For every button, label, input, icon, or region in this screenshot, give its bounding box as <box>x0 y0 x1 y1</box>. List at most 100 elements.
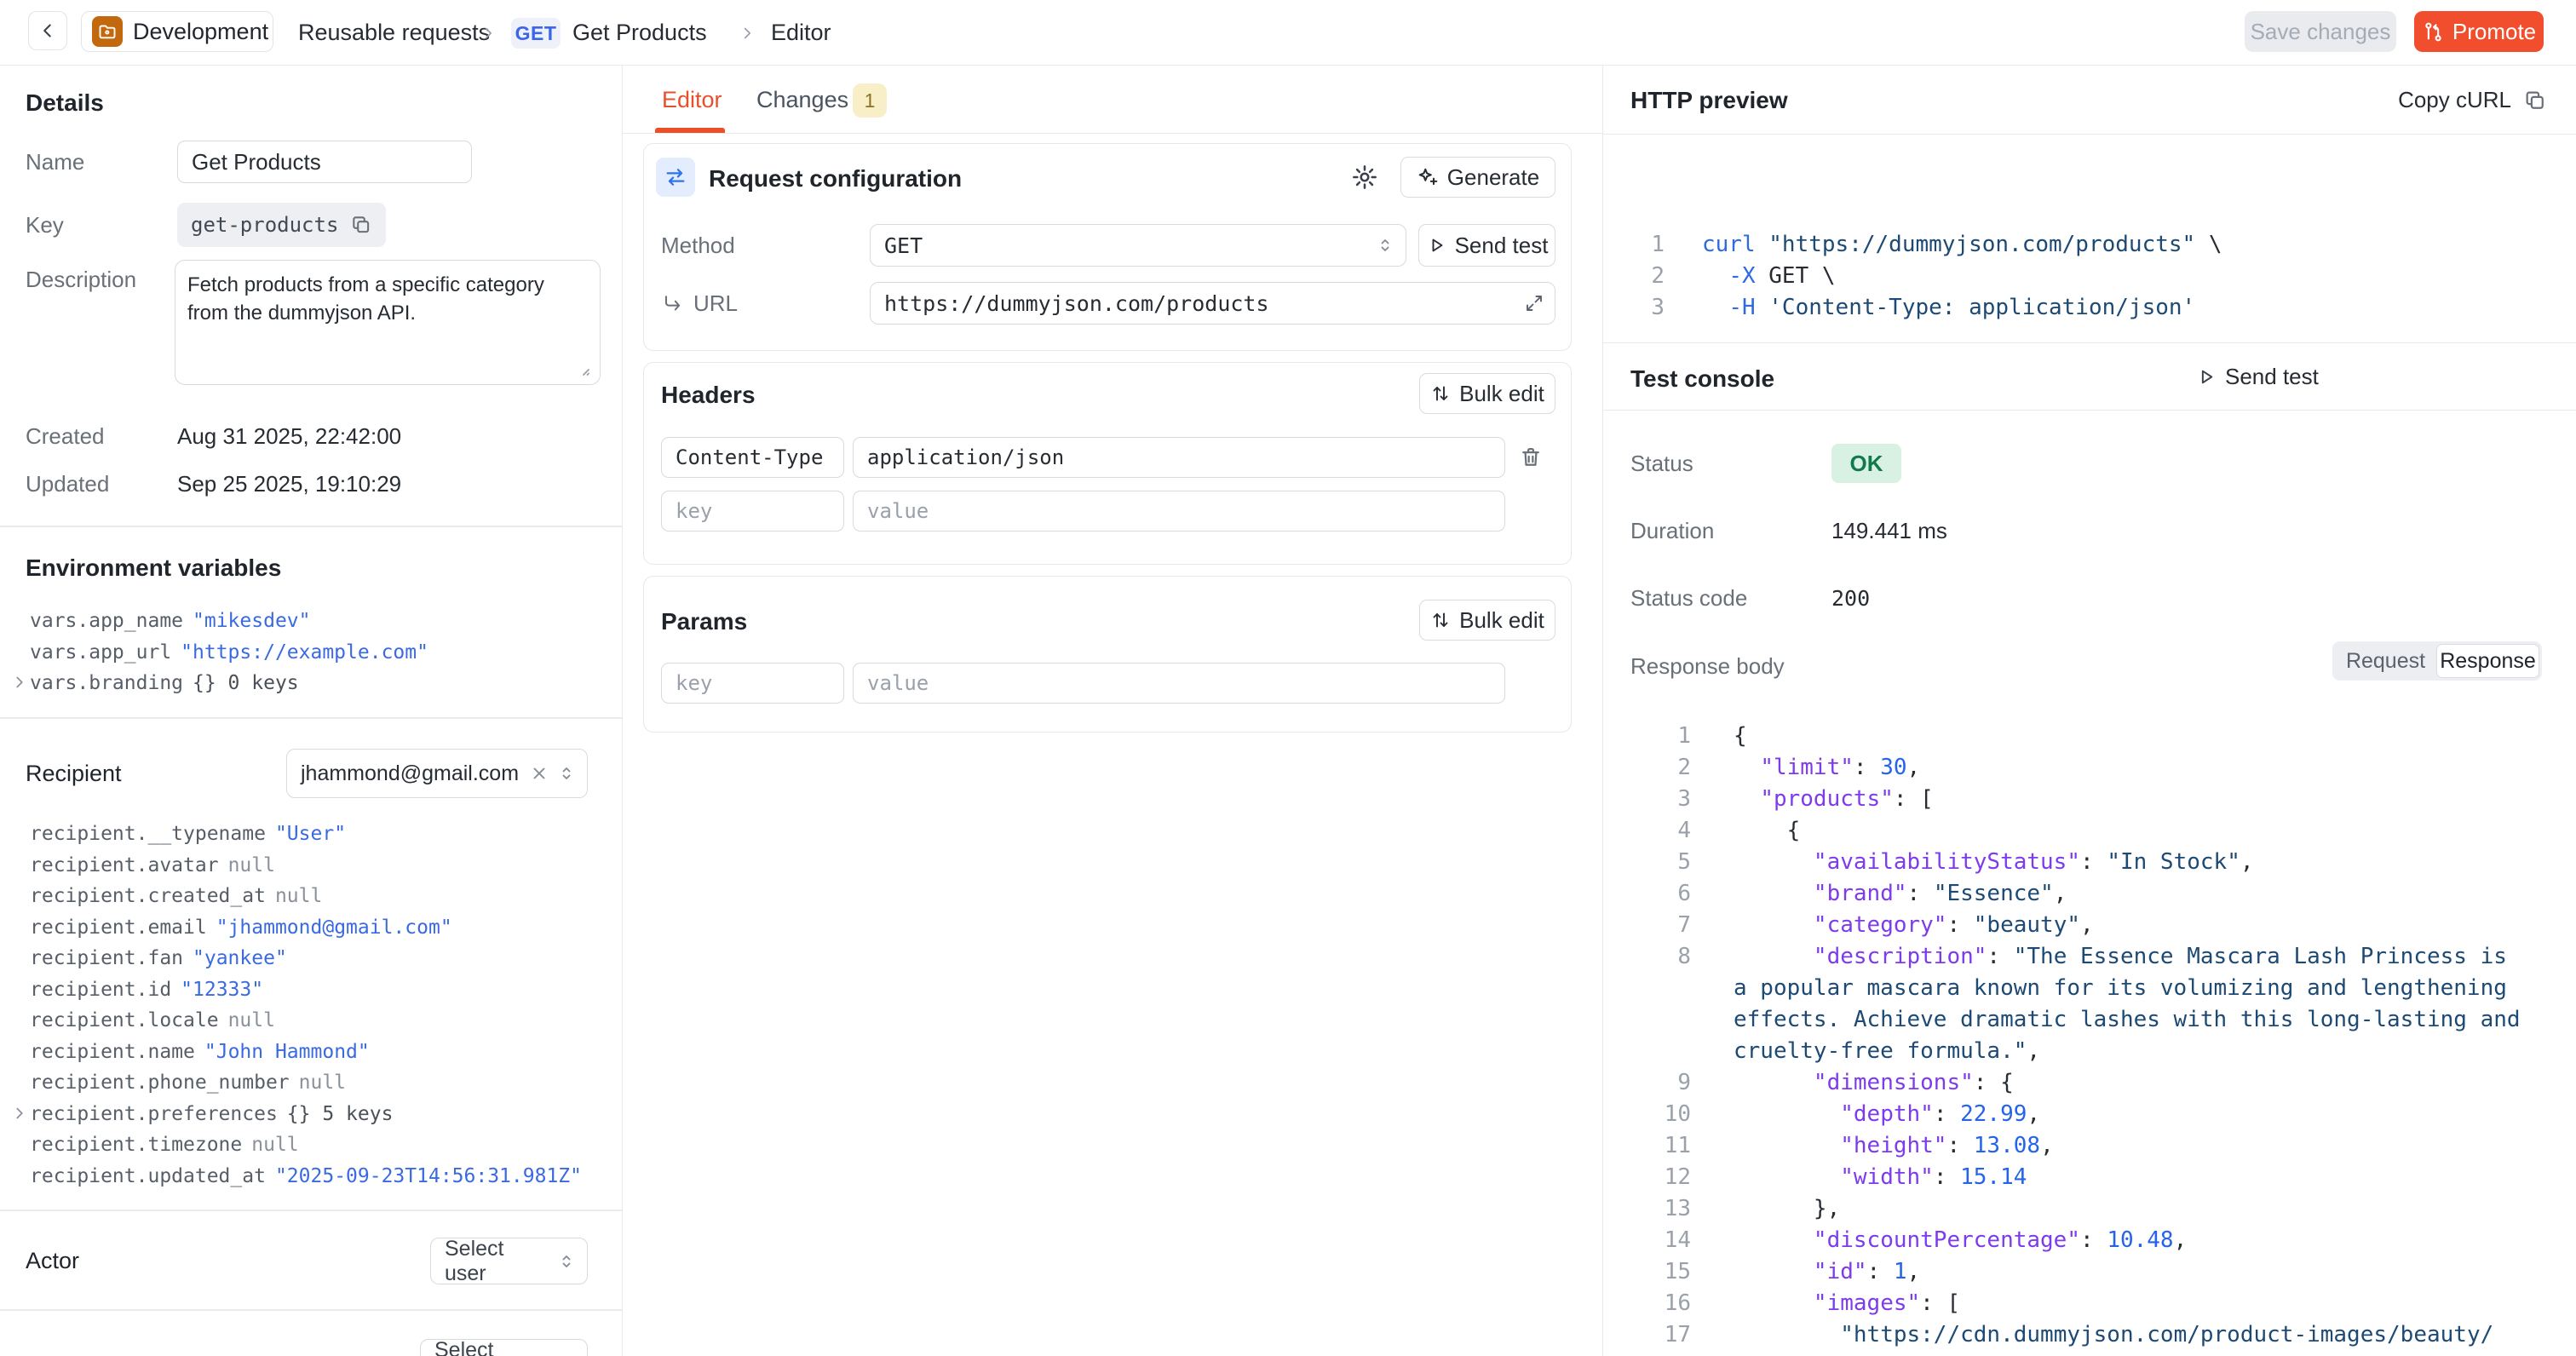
promote-button[interactable]: Promote <box>2414 11 2544 52</box>
param-value-input[interactable] <box>853 663 1505 704</box>
request-configuration-card: Request configuration Generate Method GE… <box>643 143 1572 351</box>
divider <box>0 526 622 527</box>
params-bulk-edit-button[interactable]: Bulk edit <box>1419 600 1555 641</box>
recipient-label: Recipient <box>26 749 122 798</box>
code-line: 1curl "https://dummyjson.com/products" \ <box>1603 228 2576 260</box>
tab-editor[interactable]: Editor <box>662 66 722 134</box>
code-line: a popular mascara known for its volumizi… <box>1603 972 2576 1003</box>
status-label: Status <box>1630 444 1693 483</box>
toggle-request[interactable]: Request <box>2335 644 2436 678</box>
variable-key: recipient.id <box>30 979 171 1001</box>
variable-row: vars.branding{} 0 keys <box>26 668 613 699</box>
variable-value: {} 5 keys <box>287 1103 394 1125</box>
variable-row: recipient.created_atnull <box>26 881 613 912</box>
chevrons-up-down-icon <box>556 1353 577 1356</box>
header-value-input[interactable] <box>853 437 1505 478</box>
project-switcher[interactable]: Development <box>81 11 273 52</box>
code-line: 6 "brand": "Essence", <box>1603 877 2576 909</box>
toggle-response[interactable]: Response <box>2436 644 2539 678</box>
param-key-input[interactable] <box>661 663 844 704</box>
clear-icon[interactable] <box>529 763 549 784</box>
details-sidebar: Details Name Key get-products Descriptio… <box>0 66 623 1356</box>
updated-value: Sep 25 2025, 19:10:29 <box>177 464 401 503</box>
url-label: URL <box>693 282 738 325</box>
tab-changes[interactable]: Changes <box>756 66 848 134</box>
resize-handle-icon[interactable] <box>572 359 593 379</box>
code-line: effects. Achieve dramatic lashes with th… <box>1603 1003 2576 1035</box>
variable-value: "User" <box>275 823 346 845</box>
code-line: 5 "availabilityStatus": "In Stock", <box>1603 846 2576 877</box>
code-line: 7 "category": "beauty", <box>1603 909 2576 940</box>
variable-row: recipient.fan"yankee" <box>26 943 613 974</box>
chevron-right-icon <box>738 24 756 43</box>
response-body-label: Response body <box>1630 646 1785 686</box>
variable-row: recipient.localenull <box>26 1005 613 1037</box>
project-name: Development <box>133 19 268 45</box>
params-card: Params Bulk edit <box>643 576 1572 733</box>
recipient-select[interactable]: jhammond@gmail.com <box>286 749 588 798</box>
breadcrumb-request-name[interactable]: Get Products <box>572 0 707 66</box>
top-header: Development Reusable requests GET Get Pr… <box>0 0 2576 66</box>
variable-key: vars.app_url <box>30 641 171 664</box>
variable-value: null <box>251 1134 298 1156</box>
active-tab-underline <box>655 128 725 133</box>
corner-down-right-icon <box>661 293 683 315</box>
header-key-input-empty[interactable] <box>661 491 844 531</box>
gear-icon[interactable] <box>1351 164 1378 191</box>
request-config-icon <box>656 158 695 197</box>
copy-curl-button[interactable]: Copy cURL <box>2398 66 2547 135</box>
method-select[interactable]: GET <box>870 224 1406 267</box>
sparkles-icon <box>1417 166 1439 188</box>
changes-count-badge: 1 <box>853 83 887 118</box>
description-label: Description <box>26 260 136 299</box>
curl-preview: 1curl "https://dummyjson.com/products" \… <box>1603 135 2576 343</box>
swap-arrows-icon <box>664 165 687 189</box>
variable-value: null <box>299 1072 346 1094</box>
editor-pane: Editor Changes 1 Request configuration G… <box>623 66 1603 1356</box>
variable-key: recipient.updated_at <box>30 1165 266 1187</box>
code-line: 16 "images": [ <box>1603 1287 2576 1319</box>
variable-row: recipient.timezonenull <box>26 1129 613 1161</box>
header-key-input[interactable] <box>661 437 844 478</box>
variable-value: "2025-09-23T14:56:31.981Z" <box>275 1165 582 1187</box>
url-input[interactable]: https://dummyjson.com/products <box>870 282 1555 325</box>
code-line: 8 "description": "The Essence Mascara La… <box>1603 940 2576 972</box>
preview-pane: HTTP preview Copy cURL 1curl "https://du… <box>1603 66 2576 1356</box>
params-title: Params <box>661 608 747 635</box>
variable-value: "John Hammond" <box>204 1041 370 1063</box>
headers-bulk-edit-button[interactable]: Bulk edit <box>1419 373 1555 414</box>
save-changes-button[interactable]: Save changes <box>2245 11 2396 52</box>
code-line: 1{ <box>1603 720 2576 751</box>
headers-card: Headers Bulk edit <box>643 362 1572 565</box>
name-input[interactable] <box>177 141 472 183</box>
description-textarea[interactable]: Fetch products from a specific category … <box>175 260 601 385</box>
http-preview-header: HTTP preview Copy cURL <box>1603 66 2576 135</box>
target-select[interactable]: Select tenant <box>420 1339 588 1356</box>
variable-key: recipient.created_at <box>30 885 266 907</box>
actor-select[interactable]: Select user <box>430 1238 588 1284</box>
back-button[interactable] <box>28 11 67 50</box>
variable-value: "mikesdev" <box>193 610 310 632</box>
target-label: Target <box>26 1342 89 1356</box>
console-send-test-button[interactable]: Send test <box>2195 343 2319 411</box>
variable-value: "jhammond@gmail.com" <box>216 916 452 939</box>
variable-row: recipient.__typename "User" <box>26 819 613 850</box>
code-line: 3 -H 'Content-Type: application/json' <box>1603 291 2576 323</box>
expand-chevron-icon[interactable] <box>10 673 29 692</box>
header-value-input-empty[interactable] <box>853 491 1505 531</box>
variable-key: recipient.__typename <box>30 823 266 845</box>
code-line: 13 }, <box>1603 1192 2576 1224</box>
variable-row: vars.app_url"https://example.com" <box>26 637 613 669</box>
generate-button[interactable]: Generate <box>1400 157 1555 198</box>
expand-chevron-icon[interactable] <box>10 1104 29 1123</box>
breadcrumb-reusable-requests[interactable]: Reusable requests <box>298 0 490 66</box>
copy-icon[interactable] <box>350 214 372 236</box>
chevrons-up-down-icon[interactable] <box>556 763 577 784</box>
headers-title: Headers <box>661 382 756 409</box>
send-test-button[interactable]: Send test <box>1418 224 1555 267</box>
trash-icon[interactable] <box>1519 445 1543 469</box>
copy-icon <box>2523 89 2547 112</box>
breadcrumb-editor[interactable]: Editor <box>771 0 831 66</box>
expand-icon[interactable] <box>1524 293 1544 313</box>
response-body-code: 1{2 "limit": 30,3 "products": [4 {5 "ava… <box>1603 720 2576 1356</box>
